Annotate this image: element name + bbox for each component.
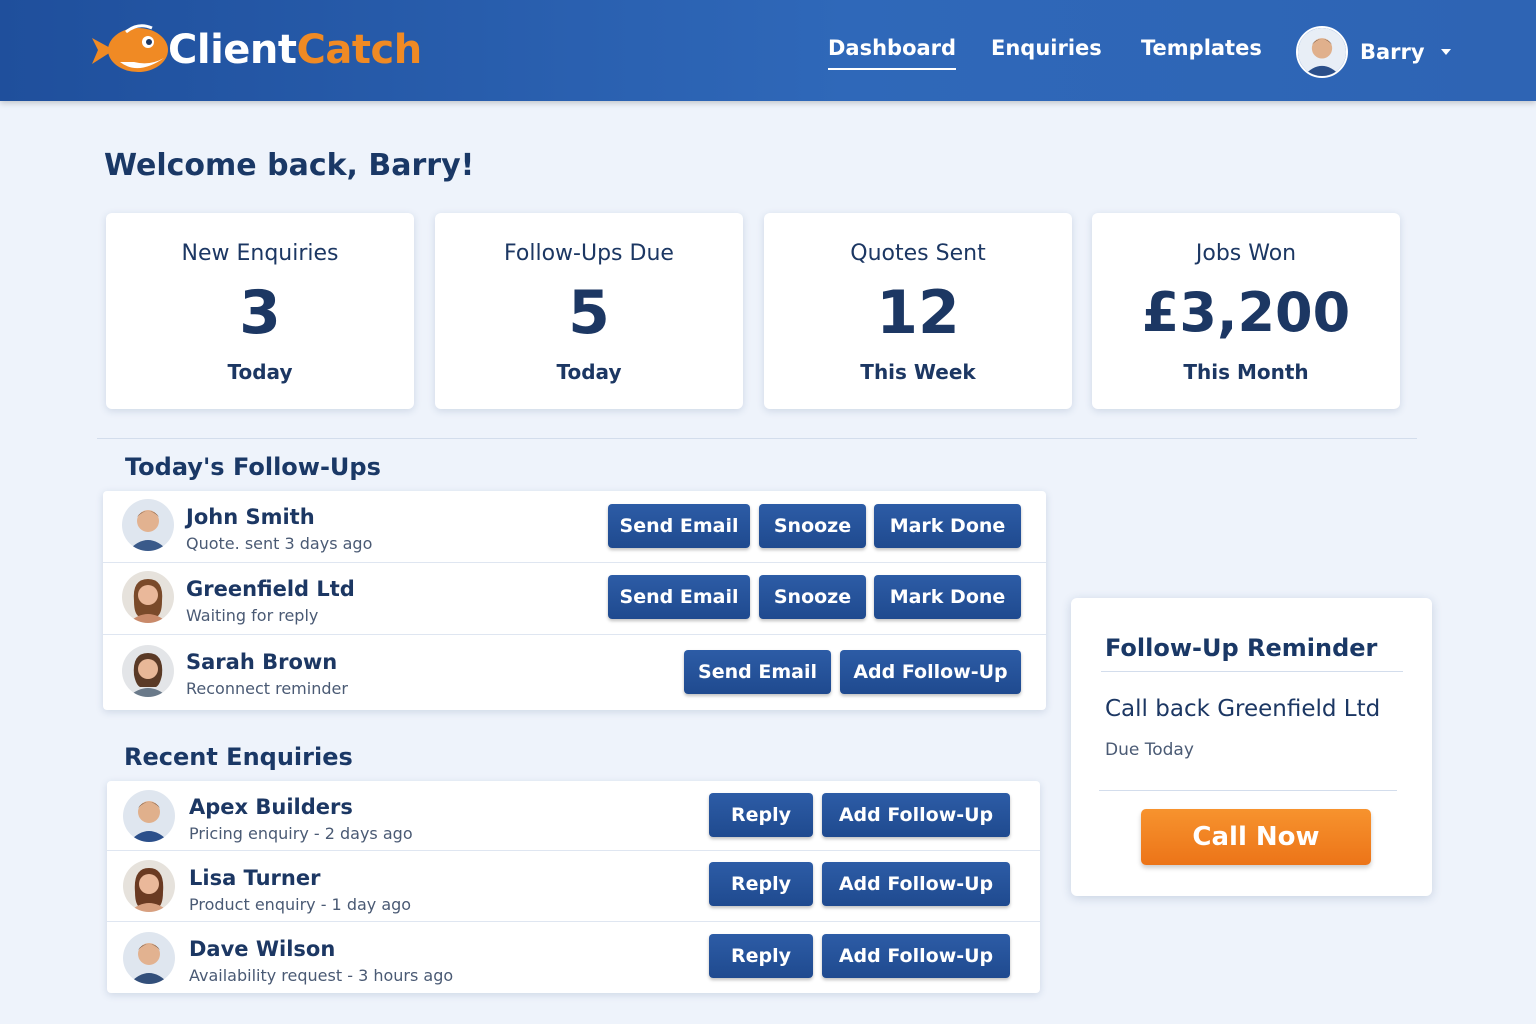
snooze-button[interactable]: Snooze xyxy=(759,504,866,548)
stat-period: Today xyxy=(227,360,293,384)
send-email-button[interactable]: Send Email xyxy=(608,504,750,548)
avatar xyxy=(122,571,174,623)
enquiries-list: Apex Builders Pricing enquiry - 2 days a… xyxy=(107,781,1040,993)
stat-period: This Month xyxy=(1183,360,1309,384)
avatar xyxy=(123,932,175,984)
reply-button[interactable]: Reply xyxy=(709,934,813,978)
nav-enquiries[interactable]: Enquiries xyxy=(991,36,1102,60)
stat-period: Today xyxy=(556,360,622,384)
stat-follow-ups-due[interactable]: Follow-Ups Due 5 Today xyxy=(435,213,743,409)
contact-name: Greenfield Ltd xyxy=(186,577,355,601)
list-item[interactable]: Dave Wilson Availability request - 3 hou… xyxy=(107,922,1040,993)
followups-list: John Smith Quote. sent 3 days ago Send E… xyxy=(103,491,1046,710)
contact-name: John Smith xyxy=(186,505,315,529)
add-follow-up-button[interactable]: Add Follow-Up xyxy=(840,650,1021,694)
chevron-down-icon xyxy=(1440,49,1451,55)
avatar xyxy=(122,499,174,551)
reminder-due: Due Today xyxy=(1105,740,1194,760)
call-now-button[interactable]: Call Now xyxy=(1141,809,1371,865)
follow-up-reminder-card: Follow-Up Reminder Call back Greenfield … xyxy=(1071,598,1432,896)
stat-label: Follow-Ups Due xyxy=(504,241,674,266)
list-item[interactable]: Sarah Brown Reconnect reminder Send Emai… xyxy=(103,635,1046,710)
enquiry-detail: Availability request - 3 hours ago xyxy=(189,966,454,985)
list-item[interactable]: Apex Builders Pricing enquiry - 2 days a… xyxy=(107,781,1040,851)
add-follow-up-button[interactable]: Add Follow-Up xyxy=(822,862,1010,906)
add-follow-up-button[interactable]: Add Follow-Up xyxy=(822,934,1010,978)
send-email-button[interactable]: Send Email xyxy=(684,650,831,694)
user-name: Barry xyxy=(1360,40,1425,64)
list-item[interactable]: Lisa Turner Product enquiry - 1 day ago … xyxy=(107,851,1040,922)
contact-name: Dave Wilson xyxy=(189,937,336,961)
divider xyxy=(1099,790,1397,791)
snooze-button[interactable]: Snooze xyxy=(759,575,866,619)
mark-done-button[interactable]: Mark Done xyxy=(874,575,1021,619)
reply-button[interactable]: Reply xyxy=(709,793,813,837)
top-header: ClientCatch Dashboard Enquiries Template… xyxy=(0,0,1536,101)
list-item[interactable]: John Smith Quote. sent 3 days ago Send E… xyxy=(103,491,1046,563)
stat-label: Quotes Sent xyxy=(850,241,986,266)
contact-name: Lisa Turner xyxy=(189,866,321,890)
followups-title: Today's Follow-Ups xyxy=(125,453,381,481)
fish-logo-icon xyxy=(92,24,168,72)
send-email-button[interactable]: Send Email xyxy=(608,575,750,619)
contact-status: Reconnect reminder xyxy=(186,679,348,698)
stat-label: New Enquiries xyxy=(181,241,339,266)
avatar xyxy=(122,645,174,697)
logo-text: ClientCatch xyxy=(168,27,422,73)
nav-dashboard[interactable]: Dashboard xyxy=(828,36,957,70)
section-divider xyxy=(97,438,1417,439)
avatar xyxy=(123,790,175,842)
user-menu[interactable]: Barry xyxy=(1296,26,1451,78)
reminder-title: Follow-Up Reminder xyxy=(1105,634,1378,662)
contact-name: Sarah Brown xyxy=(186,650,338,674)
reply-button[interactable]: Reply xyxy=(709,862,813,906)
contact-status: Waiting for reply xyxy=(186,606,319,625)
contact-status: Quote. sent 3 days ago xyxy=(186,534,373,553)
contact-name: Apex Builders xyxy=(189,795,353,819)
add-follow-up-button[interactable]: Add Follow-Up xyxy=(822,793,1010,837)
reminder-text: Call back Greenfield Ltd xyxy=(1105,696,1381,722)
nav-templates[interactable]: Templates xyxy=(1141,36,1262,60)
stat-value: 12 xyxy=(876,278,960,348)
mark-done-button[interactable]: Mark Done xyxy=(874,504,1021,548)
user-avatar xyxy=(1296,26,1348,78)
stat-value: 5 xyxy=(568,278,610,348)
welcome-heading: Welcome back, Barry! xyxy=(104,148,475,183)
logo[interactable]: ClientCatch xyxy=(90,18,422,82)
stat-quotes-sent[interactable]: Quotes Sent 12 This Week xyxy=(764,213,1072,409)
list-item[interactable]: Greenfield Ltd Waiting for reply Send Em… xyxy=(103,563,1046,635)
divider xyxy=(1101,671,1403,672)
stat-label: Jobs Won xyxy=(1195,241,1297,266)
enquiry-detail: Product enquiry - 1 day ago xyxy=(189,895,412,914)
stat-value: 3 xyxy=(239,278,281,348)
stat-new-enquiries[interactable]: New Enquiries 3 Today xyxy=(106,213,414,409)
stat-period: This Week xyxy=(860,360,976,384)
stat-jobs-won[interactable]: Jobs Won £3,200 This Month xyxy=(1092,213,1400,409)
avatar xyxy=(123,860,175,912)
enquiry-detail: Pricing enquiry - 2 days ago xyxy=(189,824,413,843)
stat-value: £3,200 xyxy=(1141,281,1351,344)
enquiries-title: Recent Enquiries xyxy=(124,743,353,771)
